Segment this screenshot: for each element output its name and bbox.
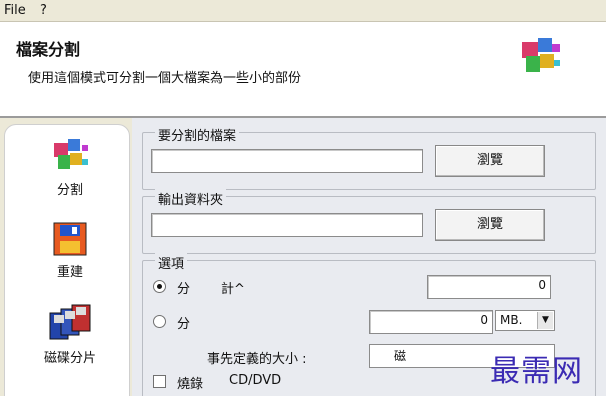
app-logo-icon (522, 38, 560, 72)
sidebar-item-disk-split[interactable]: 磁碟分片 (15, 303, 125, 366)
disks-icon (49, 304, 91, 340)
sidebar-panel: 分割 重建 磁碟分片 (4, 124, 130, 396)
output-folder-browse-button[interactable]: 瀏覽 (435, 209, 545, 241)
option1-suffix: 計^ (221, 282, 245, 297)
burn-cd-label: 燒錄 (177, 377, 204, 392)
output-folder-group: 輸出資料夾 瀏覽 (142, 189, 596, 254)
sidebar-item-label: 分割 (56, 183, 83, 198)
floppy-icon (53, 222, 87, 256)
page-title: 檔案分割 (16, 40, 81, 59)
header: 檔案分割 使用這個模式可分割一個大檔案為一些小的部份 (0, 22, 606, 118)
menu-bar: File ? (0, 0, 606, 22)
output-folder-input[interactable] (151, 213, 423, 237)
option2-radio[interactable] (153, 315, 166, 328)
chevron-down-icon[interactable]: ▼ (537, 312, 553, 329)
sidebar-item-label: 重建 (56, 265, 83, 280)
output-folder-legend: 輸出資料夾 (155, 189, 227, 208)
split-file-browse-button[interactable]: 瀏覽 (435, 145, 545, 177)
watermark-text: 最需网 (490, 354, 583, 389)
sidebar-item-split[interactable]: 分割 (15, 135, 125, 198)
menu-help[interactable]: ? (40, 3, 47, 18)
split-file-input[interactable] (151, 149, 423, 173)
option2-label: 分 (177, 317, 191, 332)
option1-count-input[interactable]: 0 (427, 275, 551, 299)
predefined-size-label: 事先定義的大小 : (207, 352, 307, 367)
option1-label: 分 (177, 282, 191, 297)
split-file-legend: 要分割的檔案 (155, 125, 240, 144)
unit-select-value: MB. (500, 313, 523, 327)
burn-cd-suffix: CD/DVD (229, 373, 282, 388)
cube-icon (54, 139, 88, 169)
sidebar: 分割 重建 磁碟分片 (0, 118, 132, 396)
option1-radio[interactable] (153, 280, 166, 293)
sidebar-item-label: 磁碟分片 (43, 351, 96, 366)
split-file-group: 要分割的檔案 瀏覽 (142, 125, 596, 190)
sidebar-item-rebuild[interactable]: 重建 (15, 221, 125, 280)
options-legend: 選項 (155, 253, 188, 272)
page-description: 使用這個模式可分割一個大檔案為一些小的部份 (28, 71, 302, 86)
burn-cd-checkbox[interactable] (153, 375, 166, 388)
unit-select[interactable]: MB. ▼ (495, 310, 555, 331)
menu-file[interactable]: File (4, 3, 26, 18)
predefined-size-value: 磁 (394, 349, 407, 363)
option2-size-input[interactable]: 0 (369, 310, 493, 334)
